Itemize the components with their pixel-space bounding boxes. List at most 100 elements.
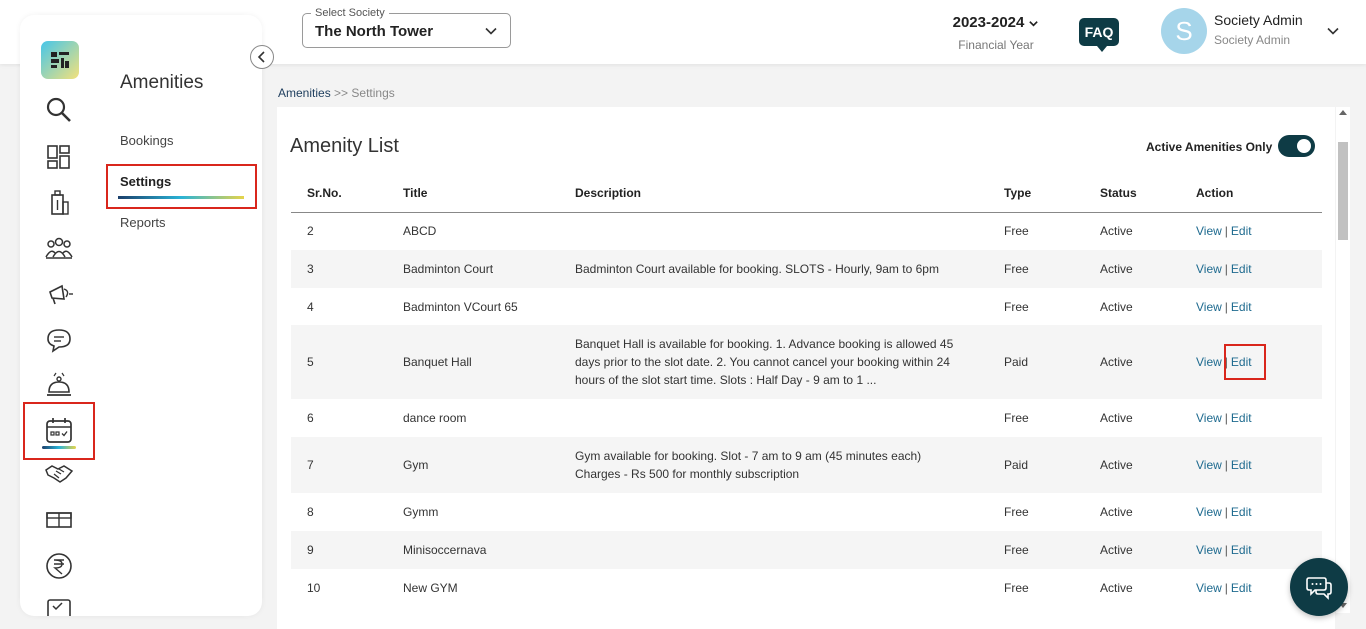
chevron-left-icon	[257, 51, 265, 63]
cell-action: View | Edit	[1180, 493, 1322, 531]
submenu-item-reports[interactable]: Reports	[120, 215, 166, 230]
view-link[interactable]: View	[1196, 505, 1222, 519]
cell-status: Active	[1100, 581, 1133, 595]
society-select[interactable]: Select Society The North Tower	[302, 7, 511, 48]
handshake-icon[interactable]	[44, 458, 74, 488]
rupee-icon[interactable]	[44, 551, 74, 581]
active-only-toggle-label: Active Amenities Only	[1146, 140, 1273, 154]
cell-type: Free	[1004, 505, 1029, 519]
cell-title: ABCD	[403, 224, 437, 239]
chat-bubble-icon	[1306, 577, 1332, 600]
action-separator: |	[1224, 411, 1228, 425]
action-separator: |	[1224, 224, 1228, 239]
table-row: 8 Gymm Free Active View | Edit	[291, 493, 1322, 531]
edit-link[interactable]: Edit	[1231, 224, 1252, 238]
app-logo[interactable]	[41, 41, 79, 79]
cell-title: Minisoccernava	[387, 531, 559, 569]
view-link[interactable]: View	[1196, 411, 1222, 425]
chevron-down-icon	[1029, 20, 1039, 27]
chat-icon[interactable]	[44, 325, 74, 355]
financial-year-selector[interactable]: 2023-2024 Financial Year	[948, 14, 1044, 52]
cell-title: Gym	[387, 437, 559, 493]
faq-button[interactable]: FAQ	[1079, 18, 1119, 52]
cell-action: View | Edit	[1180, 250, 1322, 288]
table-row: 10 New GYM Free Active View | Edit	[291, 569, 1322, 607]
edit-link[interactable]: Edit	[1231, 505, 1252, 519]
column-header-title: Title	[387, 175, 559, 213]
view-link[interactable]: View	[1196, 262, 1222, 276]
cell-type: Free	[1004, 224, 1029, 239]
cell-status: Active	[1100, 411, 1133, 425]
column-header-srno: Sr.No.	[291, 175, 387, 213]
table-row: 4 Badminton VCourt 65 Free Active View | E…	[291, 288, 1322, 325]
cell-status: Active	[1100, 299, 1133, 314]
cell-description	[559, 493, 988, 531]
dashboard-icon[interactable]	[44, 142, 74, 172]
column-header-action: Action	[1180, 175, 1322, 213]
cell-status: Active	[1084, 531, 1180, 569]
user-name: Society Admin	[1214, 12, 1303, 28]
action-separator: |	[1224, 543, 1228, 557]
chat-support-button[interactable]	[1290, 558, 1348, 616]
edit-link[interactable]: Edit	[1231, 262, 1252, 276]
amenity-list-panel: Amenity List Active Amenities Only Sr.No…	[277, 107, 1335, 629]
society-select-value: The North Tower	[315, 23, 434, 40]
parcel-icon[interactable]	[44, 504, 74, 534]
edit-link[interactable]: Edit	[1231, 581, 1252, 595]
column-header-status: Status	[1084, 175, 1180, 213]
cell-type: Free	[1004, 299, 1029, 314]
view-link[interactable]: View	[1196, 224, 1222, 238]
cell-action: View | Edit	[1180, 437, 1322, 493]
edit-link[interactable]: Edit	[1231, 300, 1252, 314]
action-separator: |	[1224, 505, 1228, 519]
chevron-down-icon	[485, 27, 497, 35]
user-menu-chevron-icon[interactable]	[1326, 24, 1340, 38]
view-link[interactable]: View	[1196, 458, 1222, 472]
logo-icon	[51, 52, 69, 68]
checklist-icon[interactable]	[44, 597, 74, 616]
cell-srno: 5	[291, 325, 387, 399]
scrollbar-thumb[interactable]	[1338, 142, 1348, 240]
active-only-toggle[interactable]	[1278, 135, 1315, 157]
members-icon[interactable]	[44, 233, 74, 263]
scroll-up-arrow-icon[interactable]	[1339, 110, 1347, 115]
cell-status: Active	[1084, 437, 1180, 493]
view-link[interactable]: View	[1196, 543, 1222, 557]
cell-srno: 2	[307, 224, 314, 239]
collapse-sidebar-button[interactable]	[250, 45, 274, 69]
breadcrumb-parent[interactable]: Amenities	[278, 86, 331, 100]
building-icon[interactable]	[44, 188, 74, 218]
financial-year-value: 2023-2024	[952, 14, 1025, 31]
user-role: Society Admin	[1214, 33, 1291, 47]
submenu-title: Amenities	[120, 72, 204, 93]
highlight-box	[106, 164, 257, 209]
cell-srno: 9	[291, 531, 387, 569]
cell-description	[559, 569, 988, 607]
highlight-box	[23, 402, 95, 460]
view-link[interactable]: View	[1196, 581, 1222, 595]
cell-description: Badminton Court available for booking. S…	[559, 250, 988, 288]
breadcrumb: Amenities >> Settings	[278, 86, 395, 100]
view-link[interactable]: View	[1196, 355, 1222, 369]
cell-status: Active	[1084, 250, 1180, 288]
announcement-icon[interactable]	[44, 279, 74, 309]
action-separator: |	[1224, 458, 1228, 472]
cell-srno: 3	[291, 250, 387, 288]
table-row: 6 dance room Free Active View | Edit	[291, 399, 1322, 437]
cell-action: View | Edit	[1180, 399, 1322, 437]
edit-link[interactable]: Edit	[1231, 543, 1252, 557]
edit-link[interactable]: Edit	[1231, 411, 1252, 425]
cell-type: Free	[988, 250, 1084, 288]
table-row: 9 Minisoccernava Free Active View | Edit	[291, 531, 1322, 569]
cell-description: Gym available for booking. Slot - 7 am t…	[559, 437, 988, 493]
service-icon[interactable]	[44, 370, 74, 400]
submenu-item-bookings[interactable]: Bookings	[120, 133, 173, 148]
financial-year-label: Financial Year	[958, 38, 1034, 52]
search-icon[interactable]	[44, 95, 74, 125]
table-header-row: Sr.No. Title Description Type Status Act…	[291, 175, 1322, 213]
avatar[interactable]: S	[1161, 8, 1207, 54]
edit-link[interactable]: Edit	[1231, 458, 1252, 472]
cell-description	[559, 399, 988, 437]
toggle-knob	[1297, 139, 1311, 153]
view-link[interactable]: View	[1196, 300, 1222, 314]
